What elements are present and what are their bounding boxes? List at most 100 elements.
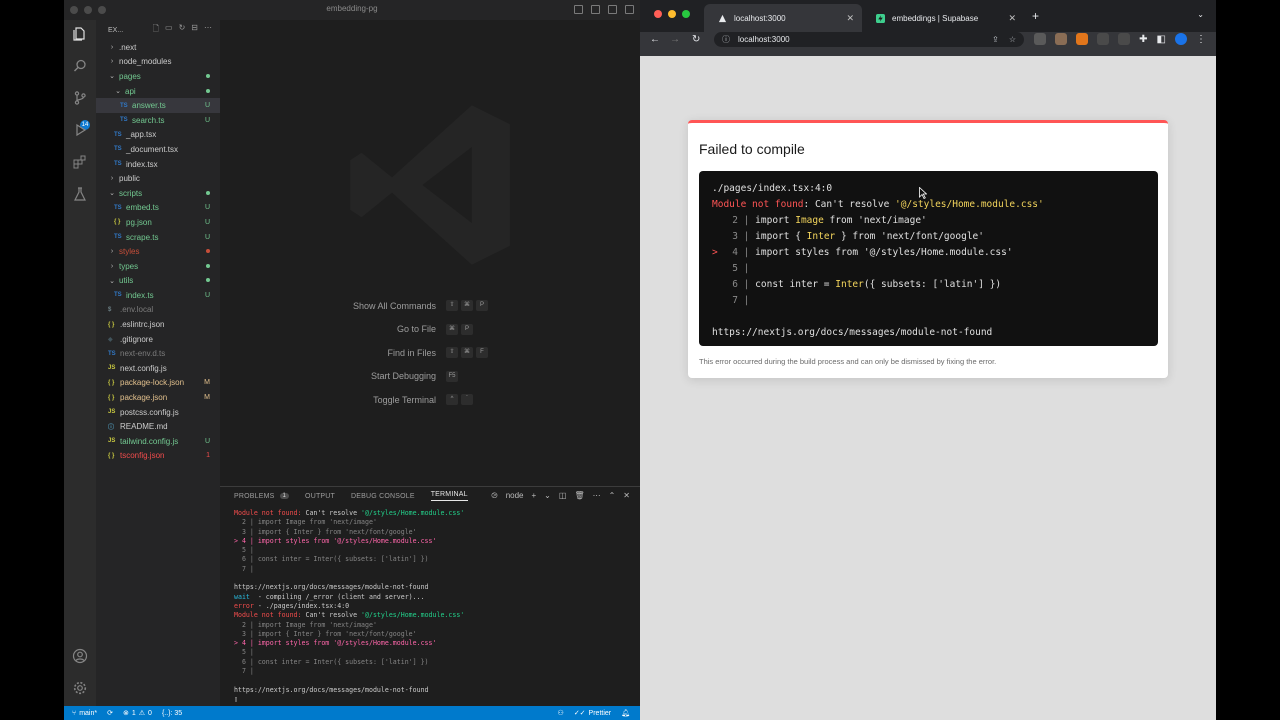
tree-item[interactable]: TS answer.ts U [96, 98, 220, 113]
close-tab-icon[interactable]: ✕ [846, 13, 854, 24]
address-bar[interactable]: ⓘ localhost:3000 ⇪ ☆ [714, 32, 1024, 47]
tab-output[interactable]: OUTPUT [305, 493, 335, 500]
account-icon[interactable] [72, 648, 88, 664]
reload-icon[interactable]: ↻ [692, 34, 700, 45]
split-terminal-icon[interactable]: ◫ [559, 491, 567, 501]
run-debug-icon[interactable] [72, 122, 88, 138]
tree-item[interactable]: ⌄ scripts [96, 186, 220, 201]
tab-search-chevron-icon[interactable]: ⌄ [1197, 10, 1204, 19]
window-controls[interactable] [654, 10, 690, 18]
tree-item[interactable]: TS embed.ts U [96, 201, 220, 216]
source-control-icon[interactable] [72, 90, 88, 106]
shortcut-row[interactable]: Find in Files ⇧ ⌘ F [310, 341, 570, 365]
tree-item[interactable]: ⓘ README.md [96, 419, 220, 434]
toggle-panel-icon[interactable] [591, 5, 600, 14]
more-actions-icon[interactable]: ⋯ [593, 491, 601, 501]
terminal-dropdown-icon[interactable]: ⌄ [544, 491, 551, 501]
shortcut-row[interactable]: Start Debugging F5 [310, 365, 570, 389]
close-tab-icon[interactable]: ✕ [1008, 13, 1016, 24]
new-tab-icon[interactable]: + [1032, 9, 1039, 23]
tree-item[interactable]: TS scrape.ts U [96, 230, 220, 245]
branch-status[interactable]: ⑂ main* [72, 710, 97, 717]
tree-item[interactable]: ⌄ utils [96, 274, 220, 289]
shortcut-row[interactable]: Show All Commands ⇧ ⌘ P [310, 294, 570, 318]
tree-item[interactable]: { } pg.json U [96, 215, 220, 230]
notion-extension-icon[interactable] [1034, 33, 1047, 45]
shortcut-row[interactable]: Toggle Terminal ^ ` [310, 388, 570, 412]
tree-item[interactable]: TS next-env.d.ts [96, 346, 220, 361]
maximize-window-button[interactable] [682, 10, 690, 18]
refresh-icon[interactable]: ↻ [179, 23, 186, 37]
bracket-status[interactable]: {..}: 35 [162, 710, 182, 717]
tree-item[interactable]: ⌄ pages [96, 69, 220, 84]
tree-item[interactable]: JS postcss.config.js [96, 405, 220, 420]
terminal-url[interactable]: https://nextjs.org/docs/messages/module-… [234, 583, 634, 592]
browser-tab-supabase[interactable]: embeddings | Supabase ✕ [862, 4, 1024, 32]
toggle-secondary-sidebar-icon[interactable] [608, 5, 617, 14]
side-panel-icon[interactable]: ◧ [1157, 34, 1166, 45]
tree-item[interactable]: ◆ .gitignore [96, 332, 220, 347]
tree-item[interactable]: › styles [96, 244, 220, 259]
tree-item[interactable]: TS _document.tsx [96, 142, 220, 157]
close-window-button[interactable] [654, 10, 662, 18]
extensions-puzzle-icon[interactable]: ✚ [1139, 34, 1147, 45]
toggle-sidebar-icon[interactable] [574, 5, 583, 14]
live-share-icon[interactable]: ⚇ [558, 709, 564, 717]
chrome-menu-icon[interactable]: ⋮ [1196, 34, 1206, 45]
tree-item[interactable]: › public [96, 171, 220, 186]
terminal-name[interactable]: node [506, 491, 524, 501]
tree-item[interactable]: › types [96, 259, 220, 274]
extension-icon[interactable] [1118, 33, 1131, 45]
new-terminal-icon[interactable]: + [532, 491, 537, 501]
site-info-icon[interactable]: ⓘ [722, 34, 730, 45]
docs-link[interactable]: https://nextjs.org/docs/messages/module-… [712, 325, 1145, 341]
tab-debug-console[interactable]: DEBUG CONSOLE [351, 493, 415, 500]
share-icon[interactable]: ⇪ [992, 35, 999, 44]
error-code-frame[interactable]: ./pages/index.tsx:4:0 Module not found: … [699, 171, 1158, 346]
bookmark-star-icon[interactable]: ☆ [1009, 35, 1016, 44]
explorer-icon[interactable] [72, 26, 88, 42]
tree-item[interactable]: ⌄ api [96, 84, 220, 99]
sync-icon[interactable]: ⟳ [107, 709, 113, 717]
collapse-all-icon[interactable]: ⊟ [191, 23, 198, 37]
search-icon[interactable] [72, 58, 88, 74]
tab-terminal[interactable]: TERMINAL [430, 491, 468, 501]
browser-tab-localhost[interactable]: localhost:3000 ✕ [704, 4, 862, 32]
terminal-url[interactable]: https://nextjs.org/docs/messages/module-… [234, 686, 634, 695]
manage-gear-icon[interactable] [72, 680, 88, 696]
prettier-status[interactable]: ✓✓ Prettier [574, 709, 611, 718]
extensions-icon[interactable] [72, 154, 88, 170]
extension-icon[interactable] [1097, 33, 1110, 45]
more-actions-icon[interactable]: ⋯ [204, 23, 212, 37]
tree-item[interactable]: TS index.ts U [96, 288, 220, 303]
close-panel-icon[interactable]: ✕ [623, 491, 630, 501]
tree-item[interactable]: › node_modules [96, 55, 220, 70]
tree-item[interactable]: TS _app.tsx [96, 128, 220, 143]
tree-item[interactable]: $ .env.local [96, 303, 220, 318]
tree-item[interactable]: TS index.tsx [96, 157, 220, 172]
maximize-panel-icon[interactable]: ⌃ [609, 491, 616, 501]
tree-item[interactable]: { } tsconfig.json 1 [96, 449, 220, 464]
terminal-output[interactable]: Module not found: Can't resolve '@/style… [234, 509, 634, 706]
shortcut-row[interactable]: Go to File ⌘ P [310, 318, 570, 342]
profile-avatar[interactable] [1175, 33, 1187, 45]
back-arrow-icon[interactable]: ← [650, 34, 660, 45]
tree-item[interactable]: JS next.config.js [96, 361, 220, 376]
new-folder-icon[interactable]: ▭ [165, 23, 173, 37]
extension-icon[interactable] [1055, 33, 1068, 45]
tree-item[interactable]: { } package.json M [96, 390, 220, 405]
customize-layout-icon[interactable] [625, 5, 634, 14]
metamask-extension-icon[interactable] [1076, 33, 1089, 45]
tree-item[interactable]: { } package-lock.json M [96, 376, 220, 391]
tree-item[interactable]: { } .eslintrc.json [96, 317, 220, 332]
tree-item[interactable]: JS tailwind.config.js U [96, 434, 220, 449]
new-file-icon[interactable]: 🗋 [153, 23, 159, 37]
forward-arrow-icon[interactable]: → [670, 34, 680, 45]
testing-icon[interactable] [72, 186, 88, 202]
notifications-bell-icon[interactable]: 🔔︎ [621, 709, 630, 717]
tree-item[interactable]: › .next [96, 40, 220, 55]
kill-terminal-icon[interactable]: 🗑 [574, 491, 584, 501]
problems-status[interactable]: ⊗ 1 ⚠ 0 [123, 709, 152, 718]
minimize-window-button[interactable] [668, 10, 676, 18]
tree-item[interactable]: TS search.ts U [96, 113, 220, 128]
